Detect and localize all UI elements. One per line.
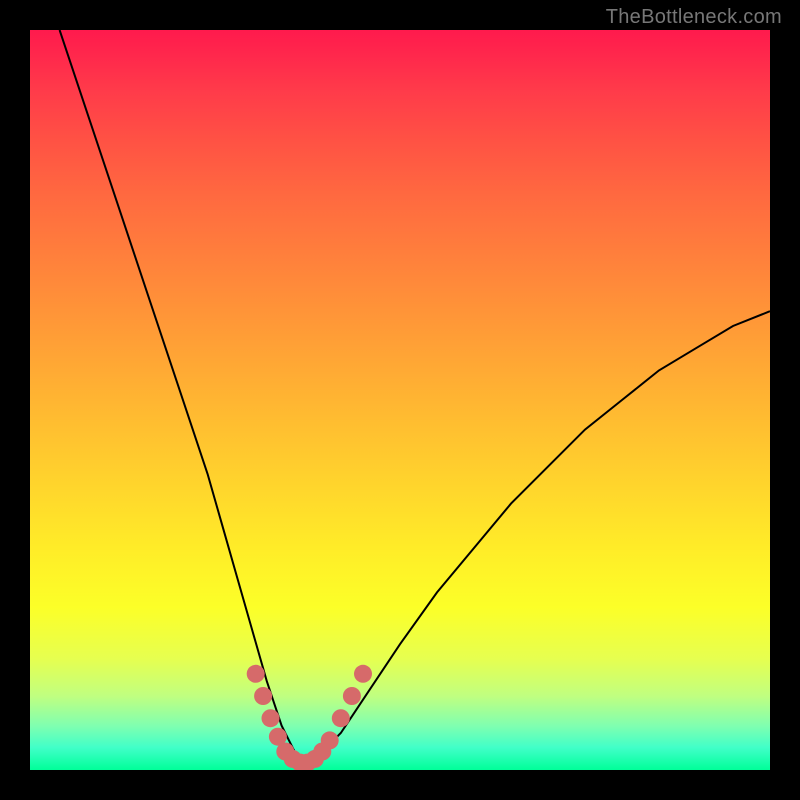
chart-frame: TheBottleneck.com <box>0 0 800 800</box>
marker-dot <box>254 687 272 705</box>
curve-svg <box>30 30 770 770</box>
curve-markers <box>247 665 372 770</box>
watermark-text: TheBottleneck.com <box>606 6 782 29</box>
plot-area <box>30 30 770 770</box>
marker-dot <box>321 731 339 749</box>
bottleneck-curve <box>60 30 770 763</box>
marker-dot <box>354 665 372 683</box>
marker-dot <box>332 709 350 727</box>
marker-dot <box>262 709 280 727</box>
marker-dot <box>343 687 361 705</box>
marker-dot <box>247 665 265 683</box>
